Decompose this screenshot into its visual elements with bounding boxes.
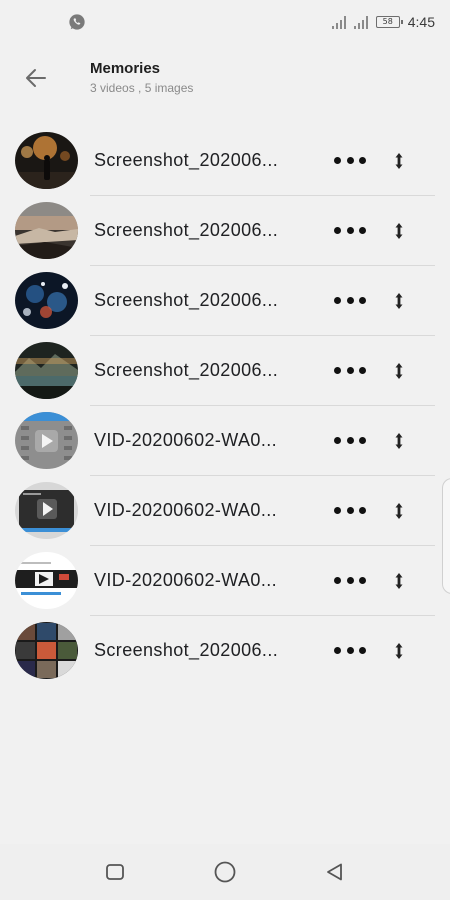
item-name: VID-20200602-WA0...	[94, 500, 278, 520]
item-name: Screenshot_202006...	[94, 220, 279, 240]
item-name: Screenshot_202006...	[94, 360, 279, 380]
drag-handle-icon[interactable]	[394, 502, 404, 520]
thumbnail-image[interactable]	[15, 412, 78, 469]
page-title: Memories	[90, 60, 161, 77]
drag-handle-icon[interactable]	[394, 222, 404, 240]
item-name: VID-20200602-WA0...	[94, 570, 278, 590]
square-icon	[106, 864, 124, 880]
drag-handle-icon[interactable]	[394, 642, 404, 660]
battery-icon: 58	[375, 16, 403, 28]
list-item[interactable]: Screenshot_202006...	[0, 616, 450, 686]
home-button[interactable]	[209, 856, 241, 888]
more-button[interactable]	[334, 362, 366, 378]
more-button[interactable]	[334, 152, 366, 168]
more-button[interactable]	[334, 222, 366, 238]
recents-button[interactable]	[99, 856, 131, 888]
edge-panel-handle[interactable]	[442, 478, 450, 594]
back-button[interactable]	[22, 64, 50, 92]
signal-icon	[331, 15, 346, 29]
drag-handle-icon[interactable]	[394, 432, 404, 450]
status-indicators: 58 4:45	[331, 13, 435, 31]
media-list: Screenshot_202006... Screenshot_202006..…	[0, 126, 450, 686]
item-name: Screenshot_202006...	[94, 640, 279, 660]
circle-icon	[214, 861, 236, 883]
list-item[interactable]: Screenshot_202006...	[0, 266, 450, 336]
more-button[interactable]	[334, 572, 366, 588]
list-item[interactable]: Screenshot_202006...	[0, 126, 450, 196]
arrow-left-icon	[26, 69, 46, 87]
thumbnail-image[interactable]	[15, 552, 78, 609]
more-button[interactable]	[334, 642, 366, 658]
item-name: Screenshot_202006...	[94, 290, 279, 310]
status-time: 4:45	[407, 14, 435, 30]
status-bar: 58 4:45	[0, 0, 450, 44]
thumbnail-image[interactable]	[15, 202, 78, 259]
signal-icon-sim2	[353, 15, 368, 29]
more-button[interactable]	[334, 502, 366, 518]
thumbnail-image[interactable]	[15, 342, 78, 399]
system-back-button[interactable]	[319, 856, 351, 888]
drag-handle-icon[interactable]	[394, 362, 404, 380]
drag-handle-icon[interactable]	[394, 152, 404, 170]
triangle-back-icon	[327, 863, 342, 881]
more-button[interactable]	[334, 292, 366, 308]
thumbnail-image[interactable]	[15, 622, 78, 679]
more-button[interactable]	[334, 432, 366, 448]
app-header: Memories 3 videos , 5 images	[0, 50, 450, 110]
item-name: VID-20200602-WA0...	[94, 430, 278, 450]
list-item[interactable]: VID-20200602-WA0...	[0, 476, 450, 546]
page-subtitle: 3 videos , 5 images	[90, 81, 194, 95]
drag-handle-icon[interactable]	[394, 572, 404, 590]
item-name: Screenshot_202006...	[94, 150, 279, 170]
list-item[interactable]: Screenshot_202006...	[0, 336, 450, 406]
thumbnail-image[interactable]	[15, 482, 78, 539]
list-item[interactable]: VID-20200602-WA0...	[0, 406, 450, 476]
app-screen: 58 4:45 Memories 3 videos , 5 images Scr…	[0, 0, 450, 900]
system-nav-bar	[0, 844, 450, 900]
whatsapp-icon	[69, 14, 85, 30]
list-item[interactable]: Screenshot_202006...	[0, 196, 450, 266]
drag-handle-icon[interactable]	[394, 292, 404, 310]
list-item[interactable]: VID-20200602-WA0...	[0, 546, 450, 616]
thumbnail-image[interactable]	[15, 132, 78, 189]
thumbnail-image[interactable]	[15, 272, 78, 329]
